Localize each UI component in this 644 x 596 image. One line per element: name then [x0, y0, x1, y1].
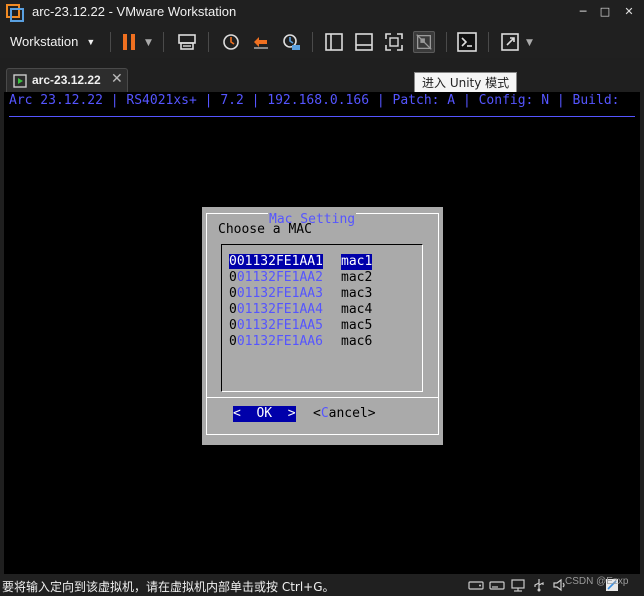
- single-window-icon[interactable]: [353, 31, 375, 53]
- pause-menu-chevron-icon[interactable]: ▼: [145, 38, 152, 48]
- mac-setting-dialog: Mac Setting Choose a MAC 001132FE1AA1 ma…: [202, 207, 443, 445]
- dialog-prompt: Choose a MAC: [218, 222, 312, 237]
- window-title: arc-23.12.22 - VMware Workstation: [32, 4, 237, 19]
- toolbar: Workstation ▼ ▼ ▼: [0, 26, 644, 58]
- close-button[interactable]: ✕: [618, 3, 640, 21]
- status-message: 要将输入定向到该虚拟机，请在虚拟机内部单击或按 Ctrl+G。: [2, 580, 335, 594]
- maximize-button[interactable]: □: [594, 3, 616, 21]
- stretch-menu-chevron-icon[interactable]: ▼: [526, 38, 533, 48]
- list-item[interactable]: 001132FE1AA2 mac2: [229, 270, 372, 286]
- revert-snapshot-icon[interactable]: [250, 31, 272, 53]
- workstation-menu-label: Workstation: [10, 34, 79, 49]
- toolbar-divider: [208, 32, 209, 52]
- send-keys-icon[interactable]: [176, 31, 198, 53]
- cancel-button[interactable]: <Cancel>: [313, 406, 376, 422]
- workstation-menu-button[interactable]: Workstation ▼: [4, 30, 101, 54]
- header-divider: [9, 116, 635, 117]
- mac-tag: mac3: [341, 286, 373, 301]
- watermark: CSDN @Ezxp: [565, 576, 629, 587]
- list-item[interactable]: 001132FE1AA6 mac6: [229, 334, 372, 350]
- tab-label: arc-23.12.22: [32, 73, 101, 87]
- toolbar-divider: [163, 32, 164, 52]
- usb-icon[interactable]: [531, 577, 547, 593]
- list-item[interactable]: 001132FE1AA4 mac4: [229, 302, 372, 318]
- mac-tag: mac6: [341, 334, 373, 349]
- close-tab-icon[interactable]: ✕: [111, 71, 123, 87]
- mac-tag: mac1: [341, 254, 373, 270]
- toolbar-divider: [446, 32, 447, 52]
- mac-tag: mac2: [341, 270, 373, 285]
- full-screen-icon[interactable]: [383, 31, 405, 53]
- tab-arc-vm[interactable]: arc-23.12.22 ✕: [6, 68, 128, 92]
- library-icon[interactable]: [323, 31, 345, 53]
- unity-tooltip: 进入 Unity 模式: [414, 72, 518, 94]
- snapshot-manager-icon[interactable]: [280, 31, 302, 53]
- unity-icon[interactable]: [413, 31, 435, 53]
- vmware-logo-icon: [6, 4, 24, 22]
- ok-button[interactable]: < OK >: [233, 406, 296, 422]
- tab-strip: arc-23.12.22 ✕: [0, 58, 644, 92]
- button-divider: [206, 397, 439, 398]
- virtual-machine-icon: [13, 74, 27, 88]
- network-adapter-icon[interactable]: [510, 577, 526, 593]
- vm-header-line: Arc 23.12.22 | RS4021xs+ | 7.2 | 192.168…: [9, 93, 620, 108]
- chevron-down-icon: ▼: [86, 37, 96, 47]
- mac-tag: mac5: [341, 318, 373, 333]
- snapshot-icon[interactable]: [220, 31, 242, 53]
- toolbar-divider: [110, 32, 111, 52]
- minimize-button[interactable]: ─: [572, 3, 594, 21]
- toolbar-divider: [312, 32, 313, 52]
- list-item[interactable]: 001132FE1AA3 mac3: [229, 286, 372, 302]
- vm-console[interactable]: Arc 23.12.22 | RS4021xs+ | 7.2 | 192.168…: [4, 92, 640, 574]
- status-bar: 要将输入定向到该虚拟机，请在虚拟机内部单击或按 Ctrl+G。 CSDN @Ez…: [0, 574, 644, 596]
- list-item[interactable]: 001132FE1AA5 mac5: [229, 318, 372, 334]
- pause-icon[interactable]: [118, 31, 140, 53]
- stretch-icon[interactable]: [499, 31, 521, 53]
- hard-disk-icon[interactable]: [468, 577, 484, 593]
- toolbar-divider: [488, 32, 489, 52]
- cd-drive-icon[interactable]: [489, 577, 505, 593]
- mac-tag: mac4: [341, 302, 373, 317]
- list-item[interactable]: 001132FE1AA1 mac1: [229, 254, 373, 270]
- console-view-icon[interactable]: [456, 31, 478, 53]
- title-bar: arc-23.12.22 - VMware Workstation ─ □ ✕: [0, 0, 644, 26]
